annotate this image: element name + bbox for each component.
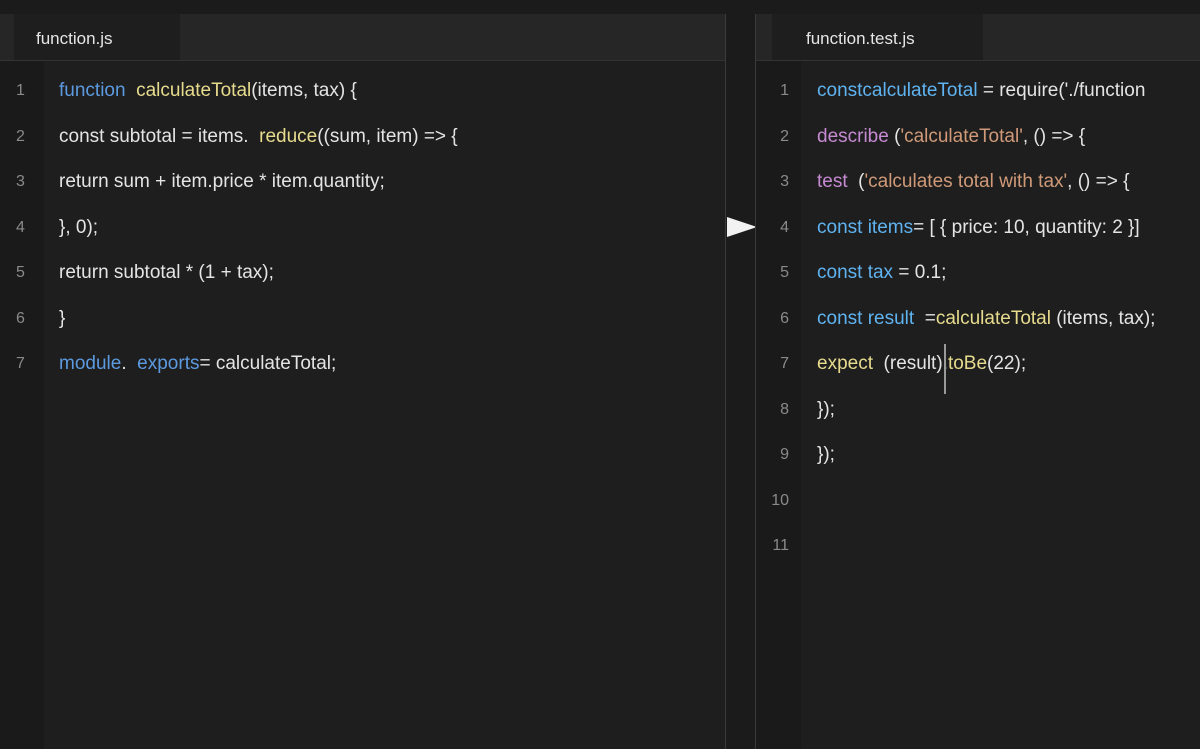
right-tab-bar: function.test.js [756, 14, 1200, 61]
code-text: describe ('calculateTotal', () => { [817, 122, 1085, 152]
left-editor-pane: function.js 1 function calculateTotal(ite… [0, 14, 726, 749]
line-number: 3 [780, 173, 789, 190]
code-token: const [817, 307, 868, 329]
code-token: const subtotal = items. [59, 125, 260, 147]
code-text: return sum + item.price * item.quantity; [59, 167, 385, 197]
line-number: 9 [780, 446, 789, 463]
line-number: 1 [16, 82, 25, 99]
code-token: const [817, 216, 868, 238]
code-text: }); [817, 395, 835, 425]
code-token: = [ { price: 10, quantity: 2 }] [913, 216, 1140, 238]
line-number: 5 [780, 264, 789, 281]
code-token: items [867, 216, 914, 238]
code-token: (22); [987, 353, 1027, 374]
code-token: tax [867, 262, 894, 283]
code-token: result [867, 307, 915, 329]
line-number: 4 [16, 218, 25, 236]
code-token: test [817, 171, 848, 192]
code-token: expect [817, 353, 873, 374]
right-editor-pane: function.test.js 1 constcalculateTotal = … [755, 14, 1200, 749]
line-number: 3 [16, 173, 25, 190]
arrow-right-icon [727, 217, 757, 237]
line-number: 5 [16, 264, 25, 281]
code-token: const [817, 262, 868, 283]
code-token: return subtotal * (1 + tax); [59, 262, 274, 283]
code-token: = 0.1; [893, 262, 947, 283]
code-token: = [914, 307, 936, 329]
code-token: const [817, 80, 863, 101]
code-token: 'calculateTotal' [900, 125, 1023, 147]
line-number: 4 [780, 218, 789, 236]
code-token: toBe [947, 353, 988, 374]
code-token: reduce [259, 125, 318, 147]
code-token: (items, tax); [1050, 307, 1156, 329]
code-token: . [121, 353, 138, 374]
code-text: module. exports= calculateTotal; [59, 349, 336, 379]
code-text: test ('calculates total with tax', () =>… [817, 167, 1129, 197]
code-token: , () => { [1022, 125, 1086, 147]
code-text: function calculateTotal(items, tax) { [59, 76, 357, 106]
text-cursor [944, 344, 946, 394]
code-token: exports [137, 353, 200, 374]
code-text: expect (result).toBe(22); [817, 349, 1026, 379]
line-number: 6 [780, 309, 789, 327]
line-number: 8 [780, 400, 789, 418]
code-text: const items= [ { price: 10, quantity: 2 … [817, 213, 1140, 243]
code-text: constcalculateTotal = require('./functio… [817, 76, 1145, 106]
code-token: }, 0); [59, 216, 99, 238]
left-tab-bar: function.js [0, 14, 725, 61]
code-token: , () => { [1067, 171, 1130, 192]
code-token: }); [817, 444, 835, 465]
code-token: } [59, 307, 66, 329]
code-text: }, 0); [59, 213, 98, 243]
code-token: = require('./function [977, 80, 1146, 101]
code-token: ( [847, 171, 865, 192]
code-text: } [59, 304, 65, 334]
code-token: module [59, 353, 122, 374]
code-token: 'calculates total with tax' [864, 171, 1068, 192]
tab-function-test-js[interactable]: function.test.js [772, 14, 983, 60]
code-text: const subtotal = items. reduce((sum, ite… [59, 122, 458, 152]
code-token: (result). [872, 353, 948, 374]
line-number: 7 [16, 355, 25, 372]
code-token: calculateTotal [935, 307, 1051, 329]
code-text: const tax = 0.1; [817, 258, 946, 288]
line-number: 10 [771, 491, 789, 509]
code-text: return subtotal * (1 + tax); [59, 258, 274, 288]
code-token: ( [888, 125, 901, 147]
code-token: calculateTotal [136, 80, 252, 101]
line-number: 1 [780, 82, 789, 99]
line-number: 11 [772, 537, 789, 554]
code-text: const result =calculateTotal (items, tax… [817, 304, 1155, 334]
code-token: ((sum, item) => { [317, 125, 458, 147]
code-token: }); [817, 398, 835, 420]
left-line-gutter [0, 61, 44, 749]
code-token: return sum + item.price * item.quantity; [59, 171, 385, 192]
line-number: 6 [16, 309, 25, 327]
line-number: 7 [780, 355, 789, 372]
tab-function-js[interactable]: function.js [14, 14, 180, 60]
code-token: (items, tax) { [251, 80, 357, 101]
line-number: 2 [780, 127, 789, 145]
code-text: }); [817, 440, 835, 470]
code-token: describe [817, 125, 889, 147]
code-token: = calculateTotal; [199, 353, 337, 374]
code-token: calculateTotal [862, 80, 978, 101]
code-token: function [59, 80, 126, 101]
line-number: 2 [16, 127, 25, 145]
editor-workspace: function.js 1 function calculateTotal(ite… [0, 0, 1200, 749]
